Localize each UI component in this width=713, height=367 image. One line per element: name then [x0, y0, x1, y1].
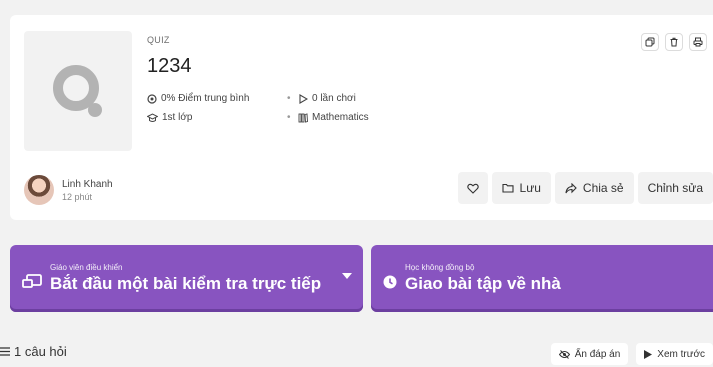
live-small-label: Giáo viên điều khiển — [50, 263, 123, 272]
eye-slash-icon — [558, 349, 570, 359]
play-icon — [644, 349, 653, 359]
play-outline-icon — [299, 93, 308, 104]
share-icon — [565, 182, 577, 193]
question-toolbar: Ẩn đáp án Xem trước — [550, 343, 713, 365]
preview-button[interactable]: Xem trước — [636, 343, 713, 365]
quiz-type-label: QUIZ — [147, 35, 170, 45]
meta-separator: • — [287, 112, 291, 123]
caret-down-icon[interactable] — [342, 273, 352, 279]
print-button[interactable] — [689, 33, 707, 51]
printer-icon — [693, 37, 703, 47]
hide-answers-button[interactable]: Ẩn đáp án — [550, 343, 629, 365]
edit-label: Chỉnh sửa — [647, 181, 703, 195]
author-time: 12 phút — [62, 191, 93, 202]
question-count-text: 1 câu hỏi — [14, 344, 67, 359]
share-label: Chia sẻ — [582, 181, 624, 195]
quiz-card: QUIZ 1234 0% Điểm trung bình • 0 lần chơ… — [10, 15, 713, 220]
target-icon — [147, 93, 157, 104]
folder-icon — [501, 183, 514, 193]
heart-icon — [466, 183, 479, 194]
live-big-label: Bắt đầu một bài kiểm tra trực tiếp — [50, 274, 322, 293]
quiz-title: 1234 — [147, 55, 192, 77]
grade-meta: 1st lớp — [147, 112, 192, 123]
quizizz-logo-icon — [53, 65, 102, 117]
save-label: Lưu — [519, 181, 541, 195]
meta-separator: • — [287, 93, 291, 104]
plays-text: 0 lần chơi — [312, 93, 356, 104]
author-name[interactable]: Linh Khanh — [62, 179, 113, 190]
homework-big-label: Giao bài tập về nhà — [405, 274, 561, 293]
like-button[interactable] — [457, 172, 488, 204]
top-actions — [641, 33, 707, 51]
live-icon — [22, 274, 42, 295]
preview-label: Xem trước — [657, 348, 705, 360]
delete-button[interactable] — [665, 33, 683, 51]
assign-homework-button[interactable]: Học không đồng bộ Giao bài tập về nhà — [371, 245, 713, 312]
subject-text: Mathematics — [312, 112, 369, 123]
homework-small-label: Học không đồng bộ — [405, 263, 475, 272]
avatar[interactable] — [24, 175, 54, 205]
hide-answers-label: Ẩn đáp án — [574, 348, 621, 360]
trash-icon — [670, 37, 678, 47]
list-icon — [0, 347, 10, 356]
grade-text: 1st lớp — [162, 112, 193, 123]
author-info: Linh Khanh 12 phút — [24, 175, 113, 205]
copy-button[interactable] — [641, 33, 659, 51]
card-actions: Lưu Chia sẻ Chỉnh sửa — [457, 172, 713, 204]
share-button[interactable]: Chia sẻ — [554, 172, 634, 204]
save-button[interactable]: Lưu — [491, 172, 551, 204]
clock-icon — [383, 275, 397, 294]
quiz-thumbnail — [24, 31, 132, 151]
subject-meta: Mathematics — [298, 112, 369, 123]
graduation-cap-icon — [147, 112, 158, 122]
copy-icon — [645, 37, 655, 47]
start-live-quiz-button[interactable]: Giáo viên điều khiển Bắt đầu một bài kiể… — [10, 245, 363, 312]
books-icon — [298, 112, 308, 123]
plays-meta: 0 lần chơi — [298, 93, 356, 104]
accuracy-meta: 0% Điểm trung bình — [147, 93, 249, 104]
edit-button[interactable]: Chỉnh sửa — [637, 172, 713, 204]
accuracy-text: 0% Điểm trung bình — [161, 93, 250, 104]
question-count: 1 câu hỏi — [0, 344, 67, 359]
